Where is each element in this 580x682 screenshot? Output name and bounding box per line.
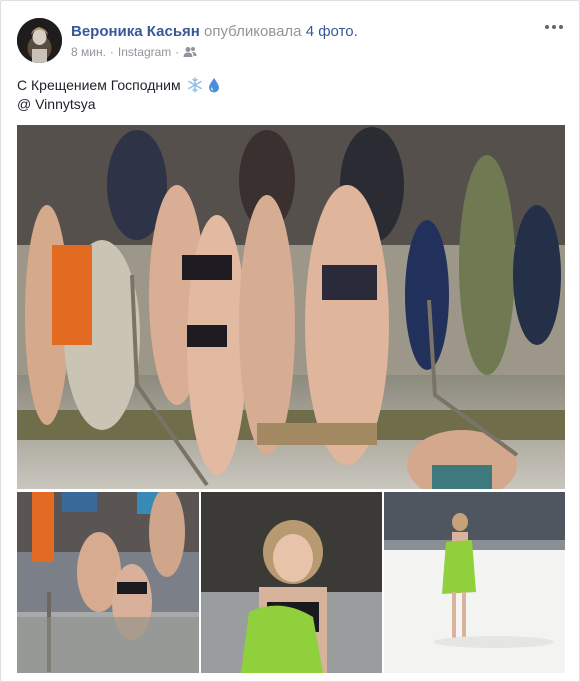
post-meta: 8 мин. · Instagram · [71, 45, 197, 59]
post-photo-4[interactable] [384, 492, 565, 673]
author-name-link[interactable]: Вероника Касьян [71, 23, 200, 40]
post-message-text: С Крещением Господним [17, 77, 181, 93]
post-message: С Крещением Господним [17, 74, 220, 96]
location-tag[interactable]: @ Vinnytsya [17, 96, 96, 112]
post-photo-3[interactable] [201, 492, 382, 673]
photo-3-image [201, 492, 382, 673]
post-options-button[interactable] [545, 21, 565, 33]
photo-4-image [384, 492, 565, 673]
meta-separator: · [175, 45, 180, 59]
meta-separator: · [109, 45, 114, 59]
droplet-icon [209, 78, 220, 93]
avatar-image [17, 18, 62, 63]
post-source: Instagram [117, 45, 172, 59]
post-action-text: опубликовала [204, 23, 302, 40]
author-avatar[interactable] [17, 18, 62, 63]
photo-2-image [17, 492, 199, 673]
post-photo-1[interactable] [17, 125, 565, 489]
dot-icon [559, 25, 563, 29]
post-timestamp[interactable]: 8 мин. [71, 45, 106, 59]
photo-1-image [17, 125, 565, 489]
post-photo-2[interactable] [17, 492, 199, 673]
post-header: Вероника Касьян опубликовала 4 фото. [71, 23, 358, 40]
photo-count-link[interactable]: 4 фото. [306, 23, 358, 40]
snowflake-icon [188, 77, 203, 93]
feed-post-card: Вероника Касьян опубликовала 4 фото. 8 м… [0, 0, 580, 682]
friends-icon[interactable] [183, 46, 197, 58]
dot-icon [545, 25, 549, 29]
dot-icon [552, 25, 556, 29]
